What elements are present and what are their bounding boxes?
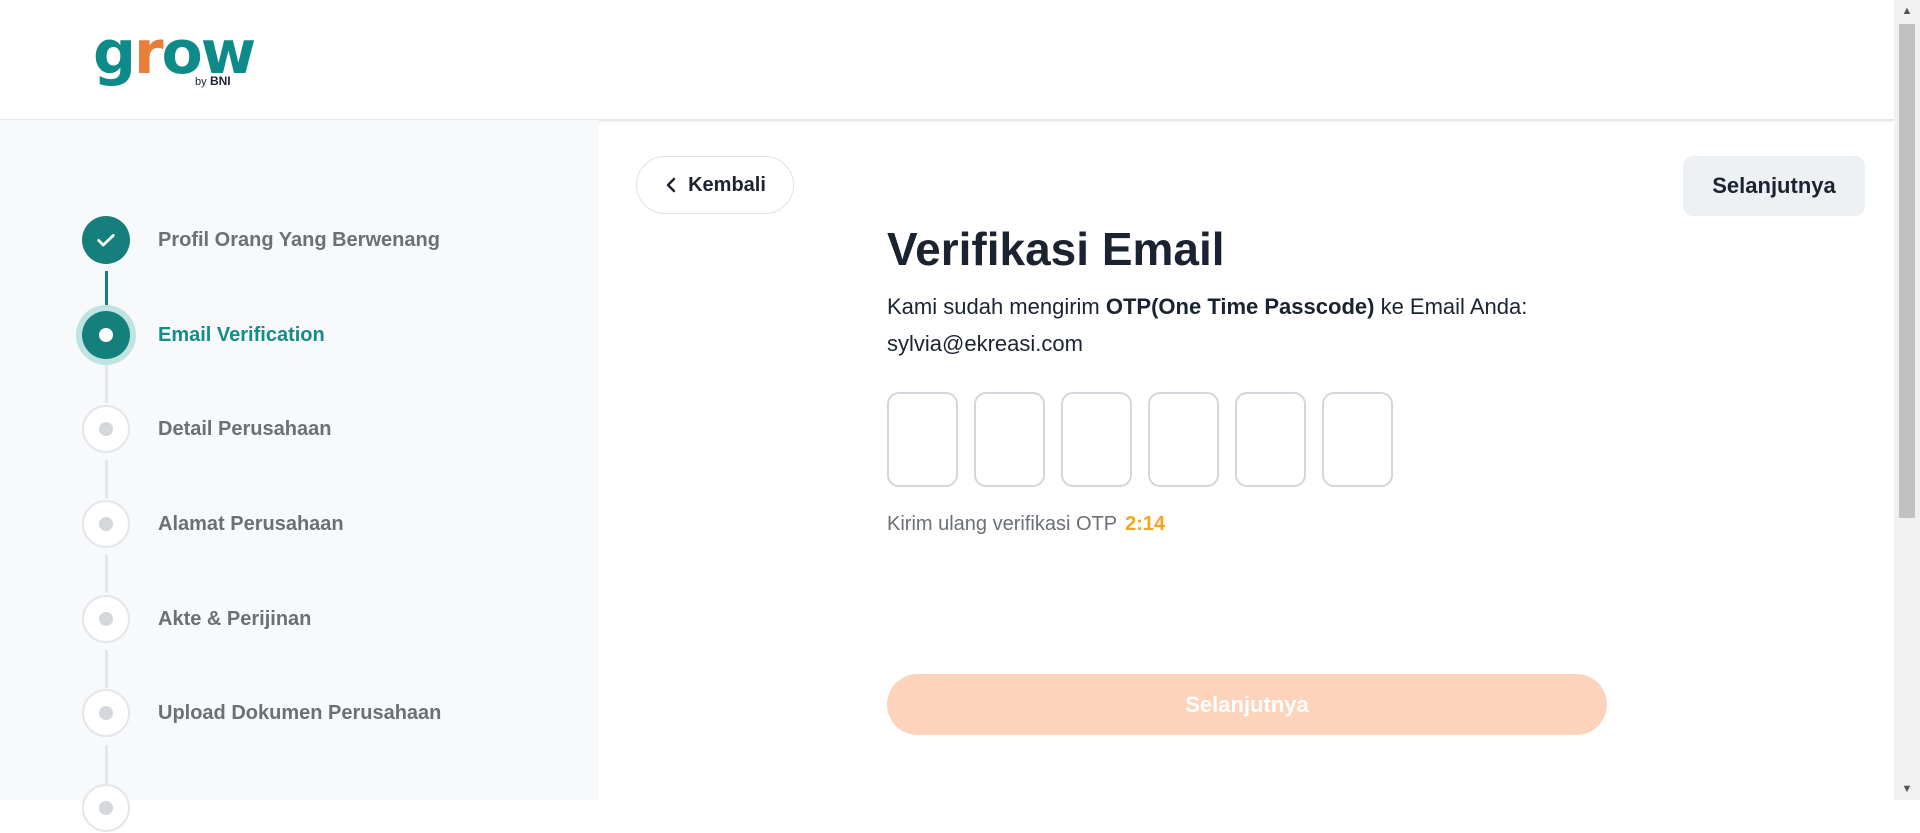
otp-digit-2[interactable]: [974, 392, 1045, 487]
step-detail-perusahaan[interactable]: Detail Perusahaan: [82, 404, 331, 454]
step-profil[interactable]: Profil Orang Yang Berwenang: [82, 215, 440, 265]
recipient-email: sylvia@ekreasi.com: [887, 331, 1083, 356]
step-connector: [105, 745, 108, 785]
resend-timer: 2:14: [1125, 513, 1166, 535]
scroll-down-icon[interactable]: ▼: [1894, 778, 1920, 800]
pending-step-icon: [82, 784, 130, 832]
step-email-verification[interactable]: Email Verification: [82, 310, 325, 360]
pending-step-icon: [82, 689, 130, 737]
step-upload-dokumen[interactable]: Upload Dokumen Perusahaan: [82, 688, 441, 738]
stepper-sidebar: Profil Orang Yang Berwenang Email Verifi…: [0, 120, 599, 832]
step-label: Upload Dokumen Perusahaan: [158, 701, 442, 724]
grow-logo[interactable]: grow by BNI: [93, 18, 256, 94]
otp-description: Kami sudah mengirim OTP(One Time Passcod…: [887, 288, 1647, 362]
next-button-top[interactable]: Selanjutnya: [1683, 156, 1865, 216]
step-connector: [105, 460, 108, 498]
step-label: Alamat Perusahaan: [158, 512, 344, 535]
pending-step-icon: [82, 500, 130, 548]
desc-bold: OTP(One Time Passcode): [1105, 294, 1375, 319]
otp-input-group: [887, 392, 1393, 487]
step-label: Detail Perusahaan: [158, 417, 332, 440]
step-connector: [105, 365, 108, 403]
top-header: grow by BNI: [0, 0, 1894, 121]
resend-otp: Kirim ulang verifikasi OTP 2:14: [887, 513, 1165, 536]
step-connector: [105, 650, 108, 688]
step-label: Profil Orang Yang Berwenang: [158, 228, 440, 251]
step-next-partial[interactable]: [82, 783, 130, 833]
otp-digit-5[interactable]: [1235, 392, 1306, 487]
otp-digit-4[interactable]: [1148, 392, 1219, 487]
page-title: Verifikasi Email: [887, 223, 1225, 275]
vertical-scrollbar[interactable]: ▲ ▼: [1894, 0, 1920, 800]
step-label: Akte & Perijinan: [158, 607, 312, 630]
submit-button[interactable]: Selanjutnya: [887, 674, 1607, 735]
otp-digit-1[interactable]: [887, 392, 958, 487]
check-icon: [82, 216, 130, 264]
back-label: Kembali: [688, 173, 766, 196]
otp-digit-6[interactable]: [1322, 392, 1393, 487]
step-connector: [105, 271, 108, 309]
step-label: Email Verification: [158, 323, 325, 346]
logo-subtitle: by BNI: [195, 74, 231, 88]
back-button[interactable]: Kembali: [636, 156, 794, 214]
pending-step-icon: [82, 595, 130, 643]
resend-label: Kirim ulang verifikasi OTP: [887, 513, 1118, 535]
step-akte-perijinan[interactable]: Akte & Perijinan: [82, 594, 311, 644]
active-step-icon: [82, 311, 130, 359]
pending-step-icon: [82, 405, 130, 453]
step-alamat-perusahaan[interactable]: Alamat Perusahaan: [82, 499, 344, 549]
scroll-up-icon[interactable]: ▲: [1894, 0, 1920, 22]
desc-prefix: Kami sudah mengirim: [887, 294, 1106, 319]
desc-suffix: ke Email Anda:: [1374, 294, 1528, 319]
step-connector: [105, 555, 108, 593]
scroll-thumb[interactable]: [1899, 24, 1915, 518]
otp-digit-3[interactable]: [1061, 392, 1132, 487]
chevron-left-icon: [666, 177, 676, 193]
